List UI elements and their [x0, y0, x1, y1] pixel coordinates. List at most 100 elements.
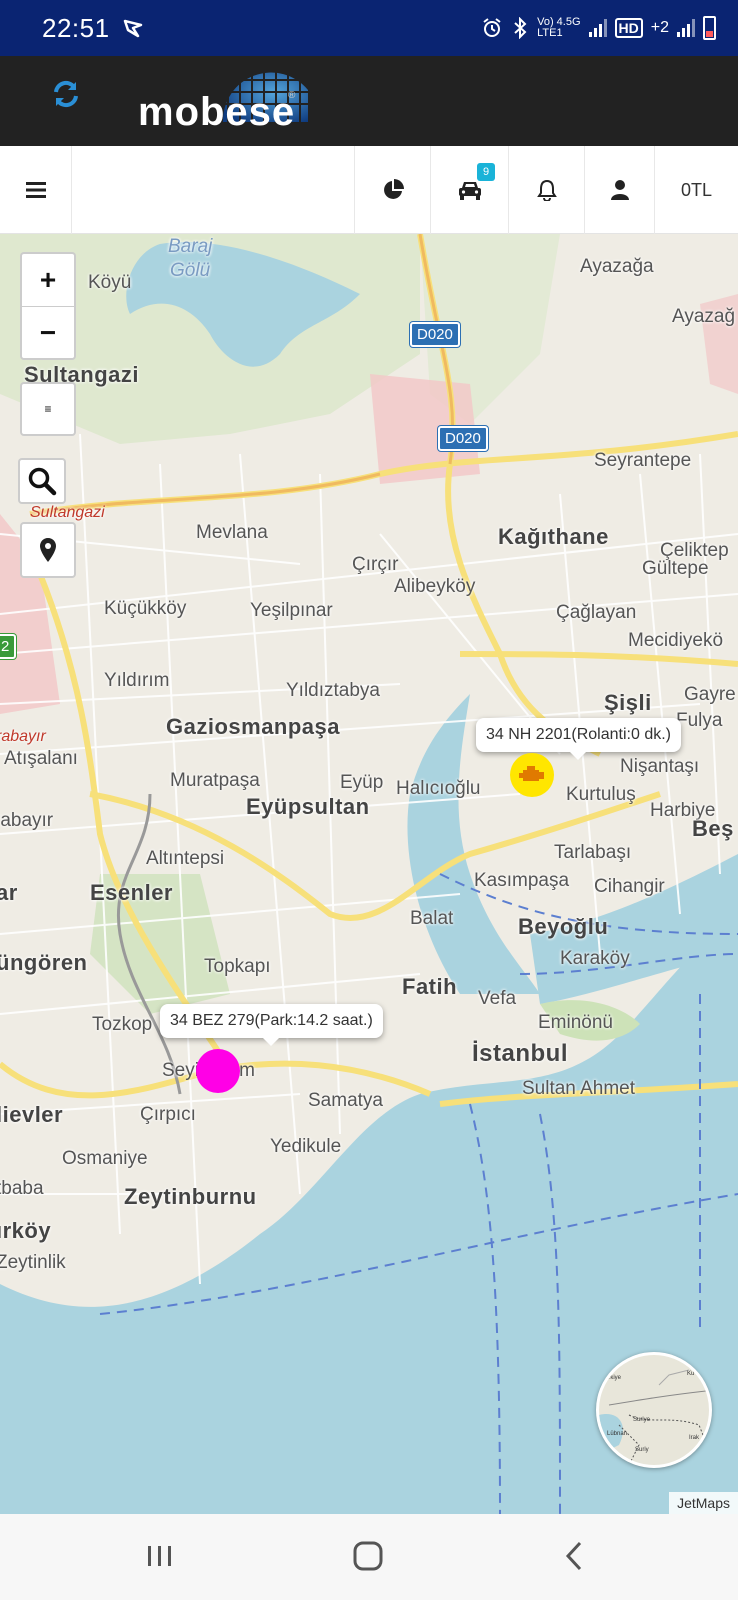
logo-reg-mark: ®: [288, 90, 296, 101]
map-label: Topkapı: [204, 956, 271, 977]
map-label: Eyüpsultan: [246, 794, 370, 819]
map-label: Gültepe: [642, 558, 709, 579]
map-label: Sultan Ahmet: [522, 1078, 636, 1099]
map-label: Kağıthane: [498, 524, 609, 549]
car-icon: [458, 182, 481, 200]
road-shield: D020: [410, 322, 460, 347]
map-label: Tozkop: [92, 1014, 153, 1035]
back-button[interactable]: [550, 1534, 598, 1578]
map-label: Muratpaşa: [170, 770, 260, 791]
map-label: Mecidiyekö: [628, 630, 724, 651]
vehicles-button[interactable]: 9: [430, 146, 508, 234]
reports-button[interactable]: [354, 146, 430, 234]
map-label: lievler: [0, 1102, 64, 1127]
locate-button[interactable]: [20, 522, 76, 578]
map-label: Sultangazi: [30, 504, 105, 521]
map-label: rabayır: [0, 810, 54, 831]
map-label: Mevlana: [196, 522, 268, 543]
map-label: rabayır: [0, 728, 46, 745]
map-label: Altıntepsi: [146, 848, 225, 869]
vehicle-marker-parked[interactable]: [196, 1049, 240, 1093]
road-shield: 2: [0, 634, 17, 659]
minimap-label: Irak: [689, 1435, 700, 1441]
bluetooth-icon: [514, 17, 527, 39]
map-label: Cihangir: [594, 876, 665, 897]
search-icon: [28, 467, 57, 496]
map-label: Eminönü: [538, 1012, 613, 1033]
map-label: Balat: [410, 908, 454, 929]
map-view[interactable]: Baraj Gölü Köyü Ayazağa Ayazağ D020 Sult…: [0, 234, 738, 1514]
map-label: Esenler: [90, 880, 173, 905]
layers-button[interactable]: ≡: [20, 382, 76, 436]
map-attribution[interactable]: JetMaps: [669, 1492, 738, 1514]
map-label: Yeşilpınar: [250, 600, 333, 621]
user-icon: [610, 180, 629, 200]
minimap-label: Suriye: [633, 1417, 651, 1423]
vehicle-tooltip[interactable]: 34 BEZ 279(Park:14.2 saat.): [160, 1004, 383, 1046]
profile-button[interactable]: [584, 146, 654, 234]
map-label: Ayazağ: [672, 306, 736, 327]
map-label: Fulya: [676, 710, 723, 731]
map-label: İstanbul: [472, 1040, 569, 1067]
logo-text: mobese: [138, 90, 296, 134]
bell-icon: [536, 179, 557, 201]
map-label: Fatih: [402, 974, 458, 999]
map-label: ar: [0, 880, 18, 905]
map-label: Alibeyköy: [394, 576, 476, 597]
map-label: Nişantaşı: [620, 756, 700, 777]
map-label: Köyü: [88, 272, 132, 293]
minimap-label: ürkiye: [605, 1375, 622, 1381]
map-label: Seyrantepe: [594, 450, 692, 471]
map-label: Zeytinburnu: [124, 1184, 257, 1209]
balance-label[interactable]: 0TL: [654, 146, 738, 234]
map-label: ırköy: [0, 1218, 52, 1243]
engine-icon: [519, 766, 544, 781]
map-label: Küçükköy: [104, 598, 187, 619]
map-label: Şişli: [604, 690, 652, 715]
map-label: üngören: [0, 950, 88, 975]
overview-minimap[interactable]: ürkiye Suriye Lübnan Irak Suriy Ku: [596, 1352, 712, 1468]
map-label: Çırpıcı: [140, 1104, 196, 1125]
map-label: Yıldıztabya: [286, 680, 380, 701]
map-pin-icon: [40, 538, 56, 562]
status-bar: 22:51 Vo) 4.5G LTE1 HD +2: [0, 0, 738, 56]
recent-apps-button[interactable]: [136, 1534, 184, 1578]
sim2-label: +2: [650, 19, 669, 36]
home-button[interactable]: [344, 1534, 392, 1578]
network-label: Vo) 4.5G LTE1: [537, 16, 581, 39]
vehicle-marker-idle[interactable]: [510, 753, 554, 797]
map-label: Çırçır: [352, 554, 399, 575]
road-shield: D020: [438, 426, 488, 451]
pie-chart-icon: [383, 179, 404, 199]
recent-apps-icon: [148, 1546, 171, 1566]
map-label: Çağlayan: [556, 602, 637, 623]
mobese-logo: mobese ®: [138, 56, 328, 146]
map-label: Tarlabaşı: [554, 842, 632, 863]
map-label: Karaköy: [560, 948, 630, 969]
app-notification-icon: [123, 19, 142, 38]
back-chevron-icon: [565, 1541, 582, 1571]
signal-icon: [588, 19, 607, 37]
zoom-control: + −: [20, 252, 76, 360]
vehicle-count-badge: 9: [477, 163, 495, 181]
toolbar: 9 0TL: [0, 146, 738, 234]
refresh-icon[interactable]: [50, 78, 82, 110]
alarm-icon: [483, 18, 501, 37]
map-label: Beş: [692, 816, 734, 841]
vehicle-tooltip[interactable]: 34 NH 2201(Rolanti:0 dk.): [476, 718, 681, 760]
map-label: Halıcıoğlu: [396, 778, 481, 799]
map-label: Atışalanı: [4, 748, 78, 769]
map-label: Yedikule: [270, 1136, 342, 1157]
zoom-in-button[interactable]: +: [22, 254, 74, 306]
minimap-label: Ku: [687, 1371, 695, 1377]
menu-button[interactable]: [0, 146, 72, 234]
minimap-label: Suriy: [635, 1447, 649, 1453]
map-label: Osmaniye: [62, 1148, 148, 1169]
hamburger-icon: [25, 182, 46, 198]
map-label: Samatya: [308, 1090, 383, 1111]
app-header: mobese ®: [0, 56, 738, 146]
zoom-out-button[interactable]: −: [22, 306, 74, 358]
notifications-button[interactable]: [508, 146, 584, 234]
search-button[interactable]: [18, 458, 66, 504]
map-label: Gaziosmanpaşa: [166, 714, 341, 739]
